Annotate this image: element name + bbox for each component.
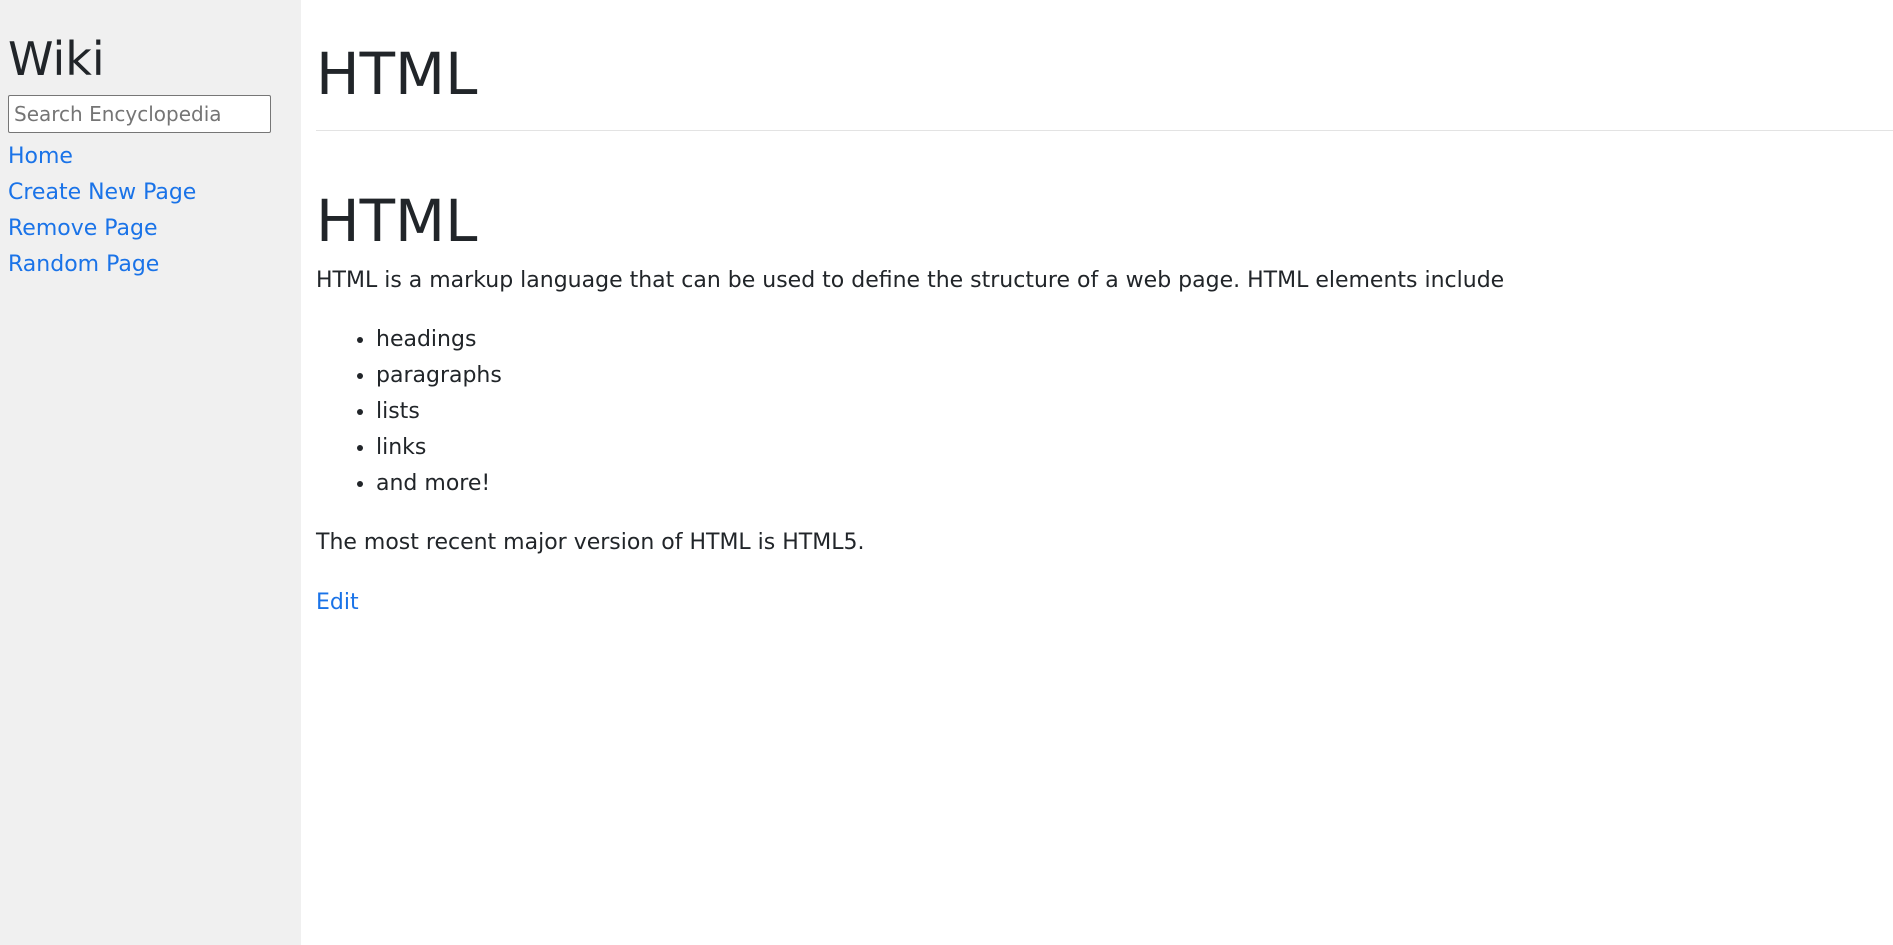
list-item: and more! bbox=[376, 466, 1893, 502]
main-content: HTML HTML HTML is a markup language that… bbox=[0, 0, 1893, 945]
article-intro: HTML is a markup language that can be us… bbox=[316, 268, 1505, 294]
app-layout: Wiki Home Create New Page Remove Page Ra… bbox=[0, 0, 1893, 945]
list-item: lists bbox=[376, 394, 1893, 430]
list-item: paragraphs bbox=[376, 358, 1893, 394]
page-title: HTML bbox=[316, 40, 478, 108]
article-heading: HTML bbox=[316, 186, 478, 255]
edit-link[interactable]: Edit bbox=[316, 586, 359, 620]
list-item: headings bbox=[376, 322, 1893, 358]
title-divider bbox=[316, 129, 1893, 131]
list-item: links bbox=[376, 430, 1893, 466]
article: HTML HTML is a markup language that can … bbox=[316, 187, 1893, 561]
article-list: headings paragraphs lists links and more… bbox=[316, 322, 1893, 502]
article-closing: The most recent major version of HTML is… bbox=[316, 530, 865, 556]
